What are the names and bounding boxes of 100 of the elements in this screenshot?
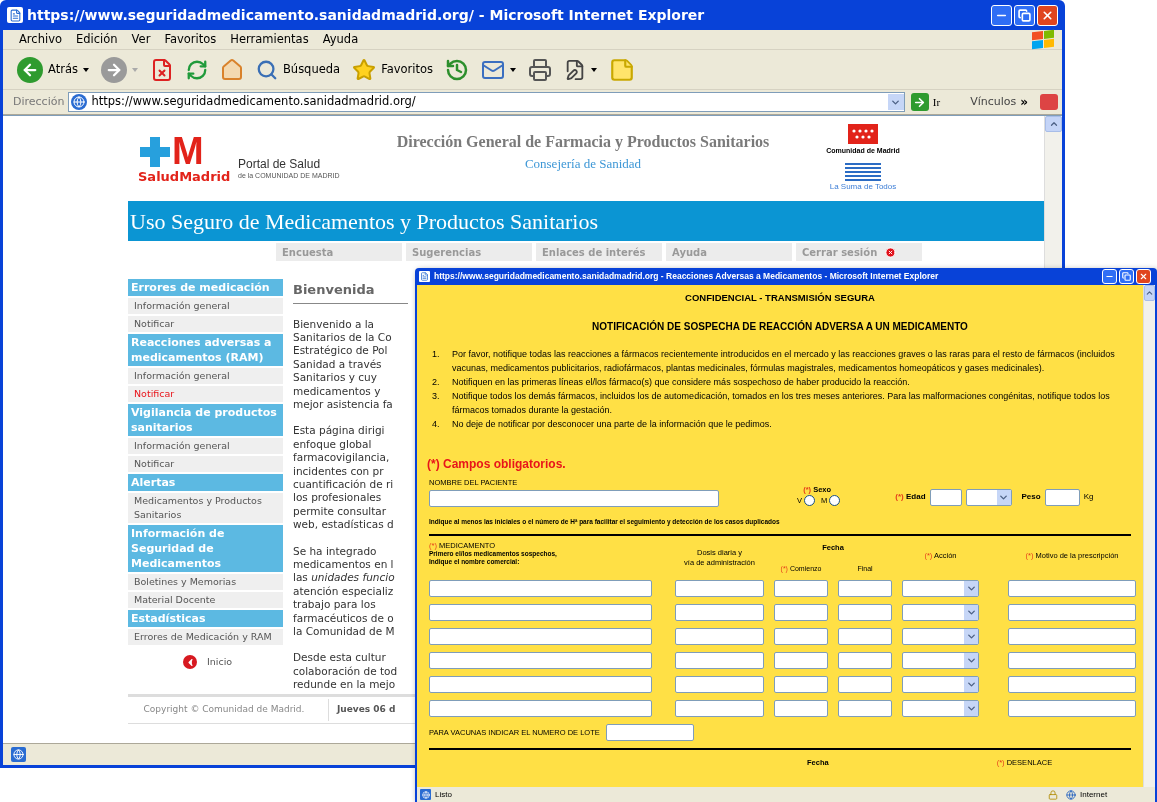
radio-button[interactable] [829,495,841,507]
scrollbar[interactable] [1143,285,1155,787]
home-link[interactable]: Inicio [183,655,283,670]
reason-field[interactable] [1008,604,1136,622]
medication-field[interactable] [429,580,652,598]
restore-icon [1018,8,1031,22]
chevron-down-icon [964,701,978,717]
chevron-down-icon[interactable] [887,94,904,110]
start-date-field[interactable] [774,580,828,598]
search-button[interactable]: Búsqueda [253,52,343,87]
links-label[interactable]: Vínculos [970,93,1017,111]
end-date-field[interactable] [838,700,892,718]
age-field[interactable] [929,488,962,506]
close-button[interactable] [1037,4,1058,26]
medication-field[interactable] [429,676,652,694]
page-status-icon [420,789,431,800]
dose-field[interactable] [675,700,764,718]
more-links[interactable]: » [1020,93,1028,111]
medication-field[interactable] [429,628,652,646]
reason-field[interactable] [1008,628,1136,646]
restore-button[interactable] [1119,269,1134,284]
minimize-button[interactable] [1102,269,1117,284]
start-date-field[interactable] [774,700,828,718]
medication-field[interactable] [429,652,652,670]
menu-item[interactable]: Ver [131,30,151,49]
arrow-right-icon [910,93,929,111]
restore-button[interactable] [1014,4,1035,26]
lot-number-field[interactable] [605,724,694,742]
chevron-down-icon [964,653,978,669]
reason-field[interactable] [1008,700,1136,718]
sidebar-item[interactable]: Notificar [128,316,283,332]
menu-item[interactable]: Ayuda [322,30,359,49]
menu-item[interactable]: Herramientas [230,30,309,49]
dose-field[interactable] [675,652,764,670]
sidebar-item[interactable]: Medicamentos y Productos Sanitarios [128,493,283,523]
reason-field[interactable] [1008,676,1136,694]
instruction-text: Por favor, notifique todas las reacciones a fármacos recientemente introducidos en el mercado y las reacciones graves o las raras para el resto de fármacos (incluidos vacunas, medicamentos publicitarios, radiofármacos, plantas medicinales, fórmulas magistrales, medicamentos homeopáticos y gases medicinales). [452,348,1116,376]
start-date-field[interactable] [774,676,828,694]
restore-icon [1122,272,1131,281]
end-date-field[interactable] [838,628,892,646]
close-icon [1139,272,1148,281]
stars-emblem-icon [848,124,878,145]
back-button[interactable]: Atrás [15,52,91,87]
status-text: Listo [435,788,453,801]
menu-item[interactable]: Archivo [19,30,62,49]
dose-field[interactable] [675,676,764,694]
sidebar-item[interactable]: Errores de Medicación y RAM [128,629,283,645]
instruction-text: Notifique todos los demás fármacos, incluidos los de automedicación, tomados en los tres meses anteriores. Para las malformaciones congénitas, notifique todos los fármacos tomados durante la gestación. [452,390,1111,418]
star-icon [352,57,377,82]
select-field[interactable] [902,580,979,598]
select-field[interactable] [902,700,979,718]
select-field[interactable] [902,676,979,694]
go-button[interactable]: Ir [908,93,943,111]
article-paragraph: Bienvenido a la Sanitarios de la Co Estratégico de Pol Sanidad a través Sanitarios y cuy medicamentos y mejor asistencia fa [293,317,394,412]
minimize-button[interactable] [991,4,1012,26]
sidebar-item[interactable]: Información general [128,438,283,454]
sidebar-item[interactable]: Boletines y Memorias [128,574,283,590]
dose-field[interactable] [675,604,764,622]
start-date-field[interactable] [774,652,828,670]
sidebar-item[interactable]: Información general [128,298,283,314]
reason-field[interactable] [1008,652,1136,670]
select-field[interactable] [902,628,979,646]
end-date-field[interactable] [838,652,892,670]
page-status-icon [11,747,26,762]
scroll-up-icon[interactable] [1144,285,1155,301]
scroll-up-icon[interactable] [1045,116,1062,132]
stripes-logo-icon [845,162,881,181]
weight-field[interactable] [1044,488,1080,506]
favorites-button[interactable]: Favoritos [350,52,436,87]
sidebar-item[interactable]: Información general [128,368,283,384]
sidebar-item[interactable]: Notificar [128,386,283,402]
select-field[interactable] [902,604,979,622]
patient-name-field[interactable] [429,489,719,507]
start-date-field[interactable] [774,604,828,622]
reason-field[interactable] [1008,580,1136,598]
slogan: La Suma de Todos [829,180,897,193]
end-date-field[interactable] [838,604,892,622]
radio-button[interactable] [804,495,815,507]
select-field[interactable] [965,488,1012,506]
history-icon [445,57,470,82]
end-date-field[interactable] [838,676,892,694]
dose-field[interactable] [675,628,764,646]
end-date-field[interactable] [838,580,892,598]
chevron-down-icon [964,581,978,597]
dose-field[interactable] [675,580,764,598]
flag-logo-icon [1032,29,1054,50]
medication-field[interactable] [429,700,652,718]
logo-letter: M [172,133,204,169]
select-field[interactable] [902,652,979,670]
start-date-field[interactable] [774,628,828,646]
close-button[interactable] [1136,269,1151,284]
medication-field[interactable] [429,604,652,622]
list-number: 1. [432,348,441,362]
sidebar-item[interactable]: Material Docente [128,592,283,608]
address-field[interactable]: https://www.seguridadmedicamento.sanidadmadrid.org/ [68,92,905,112]
menu-item[interactable]: Favoritos [164,30,217,49]
page-heading: Dirección General de Farmacia y Productos Sanitarios [396,131,770,153]
sidebar-item[interactable]: Notificar [128,456,283,472]
sidebar-heading: Reacciones adversas a medicamentos (RAM) [128,334,283,366]
menu-item[interactable]: Edición [76,30,118,49]
